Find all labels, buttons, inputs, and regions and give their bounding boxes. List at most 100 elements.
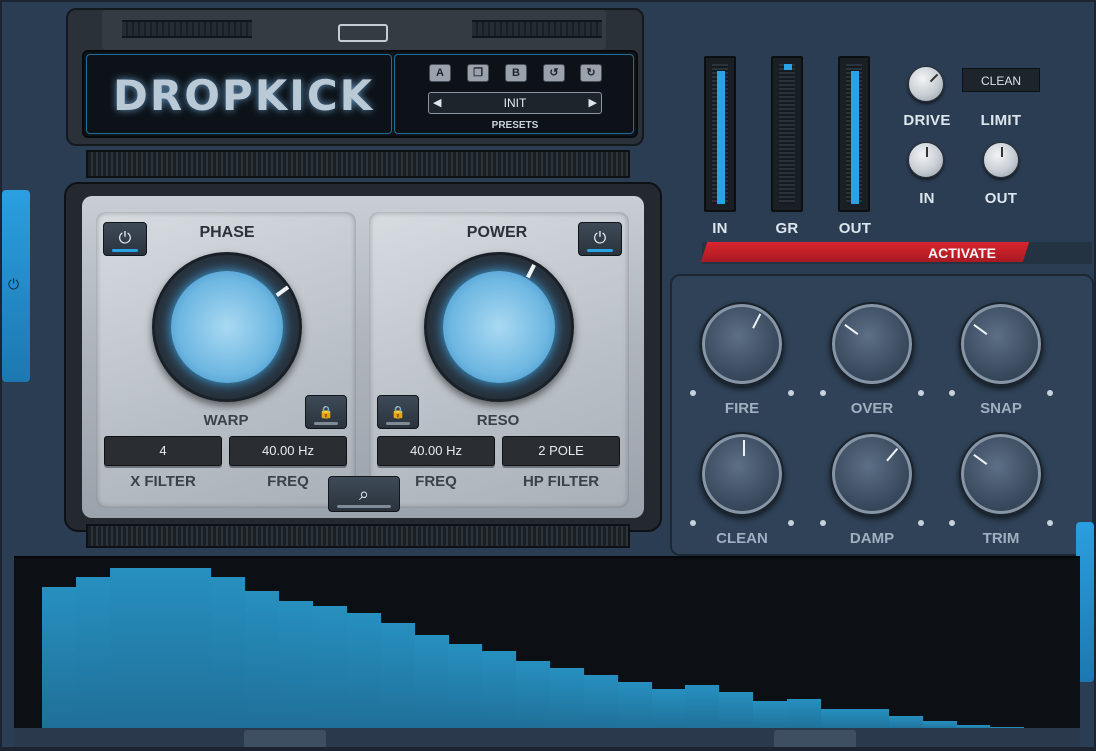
clean-mode-display[interactable]: CLEAN — [962, 68, 1040, 92]
power-power-button[interactable]: ⏻ — [578, 222, 622, 256]
x-filter-value[interactable]: 4 — [104, 436, 222, 466]
undo-icon: ↺ — [549, 67, 559, 79]
power-title: POWER — [466, 224, 528, 241]
plugin-window: ⏻ DROPKICK A ❐ B ↺ ↻ ◀ INIT ▶ PRESETS ⏻ … — [2, 2, 1094, 747]
preset-name: INIT — [503, 96, 527, 110]
snap-knob-pointer — [973, 324, 988, 336]
preset-b-button[interactable]: B — [505, 64, 527, 82]
meter-gr-label: GR — [775, 220, 799, 237]
spectrum-bar — [719, 692, 754, 730]
spectrum-bar — [110, 568, 145, 730]
over-label: OVER — [850, 400, 894, 417]
hinge-left — [122, 20, 252, 38]
spectrum-bar — [685, 685, 720, 730]
trim-knob-pointer — [973, 454, 988, 466]
search-icon: ⌕ — [358, 483, 370, 504]
spectrum-bar — [550, 668, 585, 730]
clean-knob-pointer — [743, 440, 745, 456]
meter-gr — [771, 56, 803, 212]
meter-in-fill — [717, 71, 725, 204]
fire-label: FIRE — [724, 400, 760, 417]
lock-icon: 🔒 — [318, 405, 334, 419]
damp-knob-pointer — [886, 447, 899, 462]
limit-label: LIMIT — [980, 112, 1022, 129]
hinge-right — [472, 20, 602, 38]
spectrum-bar — [753, 701, 788, 730]
zoom-button[interactable]: ⌕ — [328, 476, 400, 512]
hp-filter-label: HP FILTER — [522, 473, 600, 490]
in-label: IN — [919, 190, 935, 207]
reso-knob[interactable] — [424, 252, 574, 402]
phase-freq-value[interactable]: 40.00 Hz — [229, 436, 347, 466]
spectrum-bar — [211, 577, 246, 730]
vent-strip — [86, 150, 630, 178]
power-freq-label: FREQ — [415, 473, 457, 490]
phase-lock-button[interactable]: 🔒 — [305, 395, 347, 429]
spectrum-bar — [448, 644, 483, 730]
in-knob-pointer — [926, 147, 928, 157]
power-freq-value[interactable]: 40.00 Hz — [377, 436, 495, 466]
side-power-tab[interactable]: ⏻ — [2, 190, 30, 382]
snap-label: SNAP — [980, 400, 1022, 417]
snap-knob[interactable] — [959, 302, 1043, 386]
next-preset-icon[interactable]: ▶ — [589, 96, 597, 109]
spectrum-footer — [14, 728, 1080, 747]
spectrum-bar — [177, 568, 212, 730]
meter-gr-fill — [784, 64, 792, 70]
drive-label: DRIVE — [903, 112, 951, 129]
spectrum-bar — [787, 699, 822, 730]
phase-power-button[interactable]: ⏻ — [103, 222, 147, 256]
over-knob[interactable] — [830, 302, 914, 386]
spectrum-bar — [821, 709, 856, 730]
power-icon: ⏻ — [593, 230, 607, 247]
clean-knob[interactable] — [700, 432, 784, 516]
drive-knob[interactable] — [908, 66, 944, 102]
title-display: DROPKICK — [86, 54, 392, 134]
reso-knob-glow — [443, 271, 555, 383]
preset-selector[interactable]: ◀ INIT ▶ — [428, 92, 602, 114]
meter-out-fill — [851, 71, 859, 204]
trim-label: TRIM — [982, 530, 1020, 547]
meter-gr-track — [779, 64, 795, 204]
knob-dot — [949, 390, 955, 396]
knob-dot — [690, 520, 696, 526]
redo-icon: ↻ — [586, 67, 596, 79]
damp-label: DAMP — [849, 530, 895, 547]
preset-copy-button[interactable]: ❐ — [467, 64, 489, 82]
spectrum-bar — [381, 623, 416, 730]
out-knob[interactable] — [983, 142, 1019, 178]
lock-icon: 🔒 — [390, 405, 406, 419]
fire-knob[interactable] — [700, 302, 784, 386]
phase-title: PHASE — [199, 224, 255, 241]
spectrum-analyzer — [14, 556, 1080, 746]
prev-preset-icon[interactable]: ◀ — [433, 96, 441, 109]
vent-strip-bottom — [86, 524, 630, 548]
out-label: OUT — [984, 190, 1018, 207]
x-filter-label: X FILTER — [130, 473, 196, 490]
undo-button[interactable]: ↺ — [543, 64, 565, 82]
spectrum-bar — [516, 661, 551, 730]
spectrum-bar — [76, 577, 111, 730]
spectrum-bar — [618, 682, 653, 730]
power-lock-button[interactable]: 🔒 — [377, 395, 419, 429]
trim-knob[interactable] — [959, 432, 1043, 516]
warp-knob[interactable] — [152, 252, 302, 402]
out-knob-pointer — [1001, 147, 1003, 157]
spectrum-bar — [584, 675, 619, 730]
power-icon: ⏻ — [118, 230, 132, 247]
knob-dot — [918, 520, 924, 526]
warp-label: WARP — [203, 412, 249, 429]
hp-filter-value[interactable]: 2 POLE — [502, 436, 620, 466]
knob-dot — [788, 390, 794, 396]
preset-a-button[interactable]: A — [429, 64, 451, 82]
in-knob[interactable] — [908, 142, 944, 178]
fire-knob-pointer — [752, 313, 762, 329]
damp-knob[interactable] — [830, 432, 914, 516]
phase-freq-label: FREQ — [267, 473, 309, 490]
knob-dot — [1047, 390, 1053, 396]
clean-label: CLEAN — [716, 530, 768, 547]
redo-button[interactable]: ↻ — [580, 64, 602, 82]
spectrum-bar — [652, 689, 687, 730]
meter-out-label: OUT — [838, 220, 872, 237]
spectrum-bar — [855, 709, 890, 730]
